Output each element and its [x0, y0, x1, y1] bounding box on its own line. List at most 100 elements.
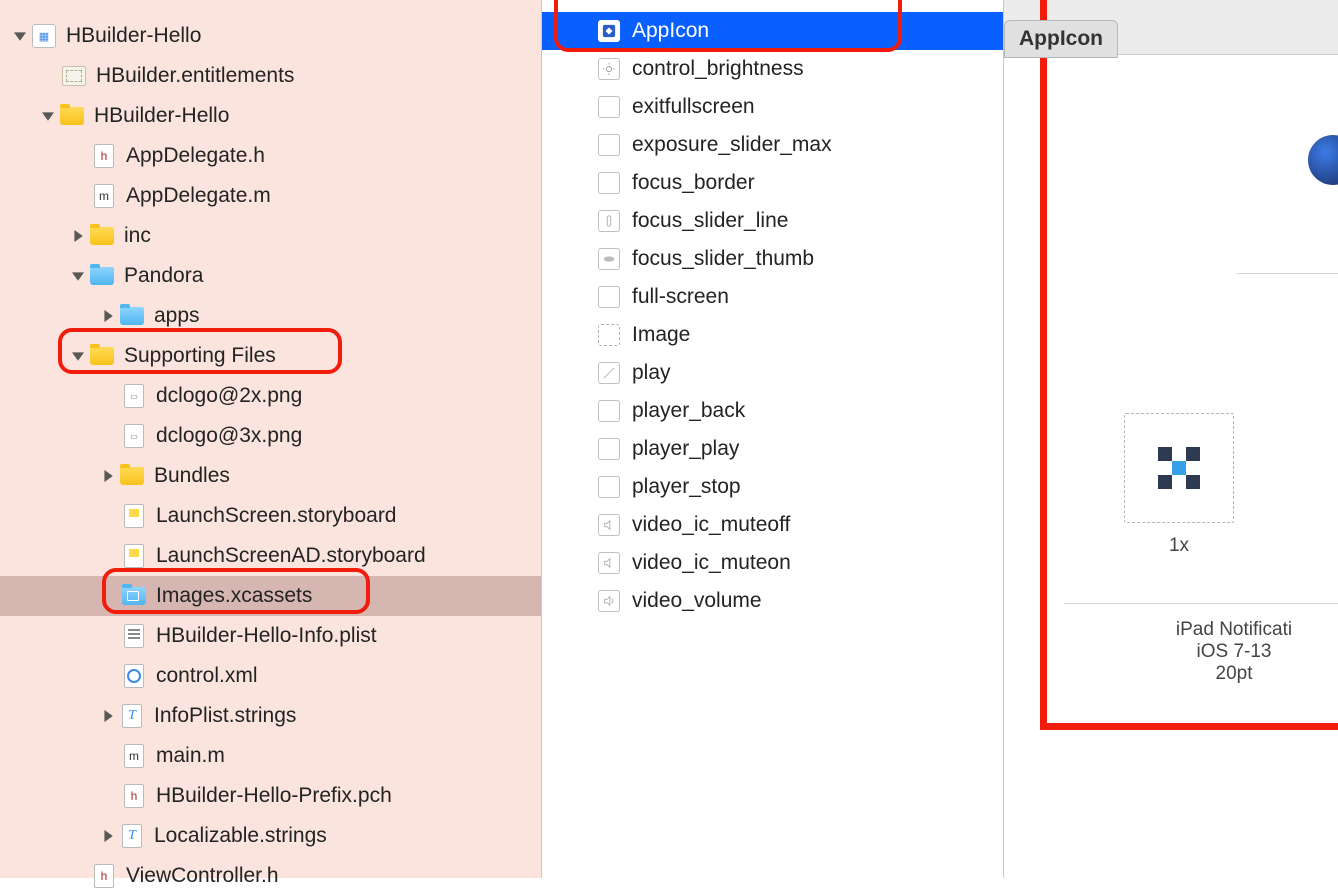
file-label: HBuilder-Hello-Prefix.pch — [156, 784, 392, 808]
png-icon: ▭ — [122, 424, 146, 448]
file-label: main.m — [156, 744, 225, 768]
asset-player-back[interactable]: player_back — [542, 392, 1003, 430]
file-label: Localizable.strings — [154, 824, 327, 848]
chevron-right-icon[interactable] — [100, 468, 116, 484]
file-label: InfoPlist.strings — [154, 704, 296, 728]
file-info-plist[interactable]: HBuilder-Hello-Info.plist — [0, 616, 541, 656]
asset-full-screen[interactable]: full-screen — [542, 278, 1003, 316]
file-prefix-pch[interactable]: h HBuilder-Hello-Prefix.pch — [0, 776, 541, 816]
m-file-icon: m — [122, 744, 146, 768]
asset-control-brightness[interactable]: control_brightness — [542, 50, 1003, 88]
file-label: dclogo@2x.png — [156, 384, 302, 408]
file-dclogo2x[interactable]: ▭ dclogo@2x.png — [0, 376, 541, 416]
folder-icon — [120, 304, 144, 328]
project-root-label: HBuilder-Hello — [66, 24, 201, 48]
asset-focus-slider-line[interactable]: focus_slider_line — [542, 202, 1003, 240]
asset-focus-slider-thumb[interactable]: focus_slider_thumb — [542, 240, 1003, 278]
folder-icon — [60, 104, 84, 128]
folder-label: Pandora — [124, 264, 203, 288]
file-label: AppDelegate.h — [126, 144, 265, 168]
file-dclogo3x[interactable]: ▭ dclogo@3x.png — [0, 416, 541, 456]
file-main-m[interactable]: m main.m — [0, 736, 541, 776]
imageset-icon — [598, 96, 620, 118]
file-label: LaunchScreen.storyboard — [156, 504, 397, 528]
imageset-icon — [598, 476, 620, 498]
imageset-icon — [598, 248, 620, 270]
strings-icon: T — [120, 824, 144, 848]
png-icon: ▭ — [122, 384, 146, 408]
file-label: dclogo@3x.png — [156, 424, 302, 448]
file-entitlements[interactable]: HBuilder.entitlements — [0, 56, 541, 96]
imageset-icon — [598, 134, 620, 156]
folder-supporting-files[interactable]: Supporting Files — [0, 336, 541, 376]
folder-label: apps — [154, 304, 200, 328]
asset-label: video_volume — [632, 589, 762, 613]
asset-label: player_stop — [632, 475, 741, 499]
chevron-down-icon[interactable] — [40, 108, 56, 124]
file-images-xcassets[interactable]: Images.xcassets — [0, 576, 541, 616]
asset-focus-border[interactable]: focus_border — [542, 164, 1003, 202]
folder-pandora[interactable]: Pandora — [0, 256, 541, 296]
file-localizable-strings[interactable]: T Localizable.strings — [0, 816, 541, 856]
asset-label: AppIcon — [632, 19, 709, 43]
project-navigator[interactable]: ▦ HBuilder-Hello HBuilder.entitlements H… — [0, 0, 542, 878]
imageset-icon — [598, 286, 620, 308]
imageset-icon — [598, 514, 620, 536]
imageset-icon — [598, 172, 620, 194]
asset-catalog-list[interactable]: AppIcon control_brightness exitfullscree… — [542, 0, 1004, 878]
xcassets-icon — [122, 584, 146, 608]
file-label: LaunchScreenAD.storyboard — [156, 544, 426, 568]
asset-player-stop[interactable]: player_stop — [542, 468, 1003, 506]
project-root[interactable]: ▦ HBuilder-Hello — [0, 16, 541, 56]
file-viewcontroller-h[interactable]: h ViewController.h — [0, 856, 541, 896]
h-file-icon: h — [92, 864, 116, 888]
file-launchscreen[interactable]: LaunchScreen.storyboard — [0, 496, 541, 536]
folder-label: Bundles — [154, 464, 230, 488]
file-infoplist-strings[interactable]: T InfoPlist.strings — [0, 696, 541, 736]
asset-exitfullscreen[interactable]: exitfullscreen — [542, 88, 1003, 126]
chevron-down-icon[interactable] — [70, 268, 86, 284]
detail-tab[interactable]: AppIcon — [1004, 20, 1118, 58]
asset-exposure-slider-max[interactable]: exposure_slider_max — [542, 126, 1003, 164]
chevron-right-icon[interactable] — [100, 828, 116, 844]
imageset-icon — [598, 438, 620, 460]
chevron-right-icon[interactable] — [100, 308, 116, 324]
detail-tab-label: AppIcon — [1019, 27, 1103, 50]
file-label: AppDelegate.m — [126, 184, 271, 208]
asset-player-play[interactable]: player_play — [542, 430, 1003, 468]
xml-icon — [122, 664, 146, 688]
file-label: Images.xcassets — [156, 584, 312, 608]
folder-target[interactable]: HBuilder-Hello — [0, 96, 541, 136]
h-file-icon: h — [122, 784, 146, 808]
chevron-right-icon[interactable] — [100, 708, 116, 724]
imageset-icon — [598, 400, 620, 422]
file-launchscreen-ad[interactable]: LaunchScreenAD.storyboard — [0, 536, 541, 576]
plist-icon — [122, 624, 146, 648]
asset-image[interactable]: Image — [542, 316, 1003, 354]
chevron-right-icon[interactable] — [70, 228, 86, 244]
asset-video-ic-muteon[interactable]: video_ic_muteon — [542, 544, 1003, 582]
file-control-xml[interactable]: control.xml — [0, 656, 541, 696]
folder-icon — [90, 224, 114, 248]
chevron-down-icon[interactable] — [70, 348, 86, 364]
asset-play[interactable]: play — [542, 354, 1003, 392]
chevron-down-icon[interactable] — [12, 28, 28, 44]
asset-video-volume[interactable]: video_volume — [542, 582, 1003, 620]
folder-icon — [90, 344, 114, 368]
asset-appicon[interactable]: AppIcon — [542, 12, 1003, 50]
asset-video-ic-muteoff[interactable]: video_ic_muteoff — [542, 506, 1003, 544]
file-appdelegate-m[interactable]: m AppDelegate.m — [0, 176, 541, 216]
folder-inc[interactable]: inc — [0, 216, 541, 256]
file-appdelegate-h[interactable]: h AppDelegate.h — [0, 136, 541, 176]
asset-label: exitfullscreen — [632, 95, 755, 119]
appiconset-icon — [598, 20, 620, 42]
folder-bundles[interactable]: Bundles — [0, 456, 541, 496]
m-file-icon: m — [92, 184, 116, 208]
asset-detail-editor[interactable]: AppIcon 1x iPad Notificati iOS 7-13 20pt — [1004, 0, 1338, 878]
asset-label: focus_slider_thumb — [632, 247, 814, 271]
imageset-icon — [598, 362, 620, 384]
file-label: ViewController.h — [126, 864, 279, 888]
asset-label: focus_slider_line — [632, 209, 788, 233]
folder-apps[interactable]: apps — [0, 296, 541, 336]
folder-label: inc — [124, 224, 151, 248]
